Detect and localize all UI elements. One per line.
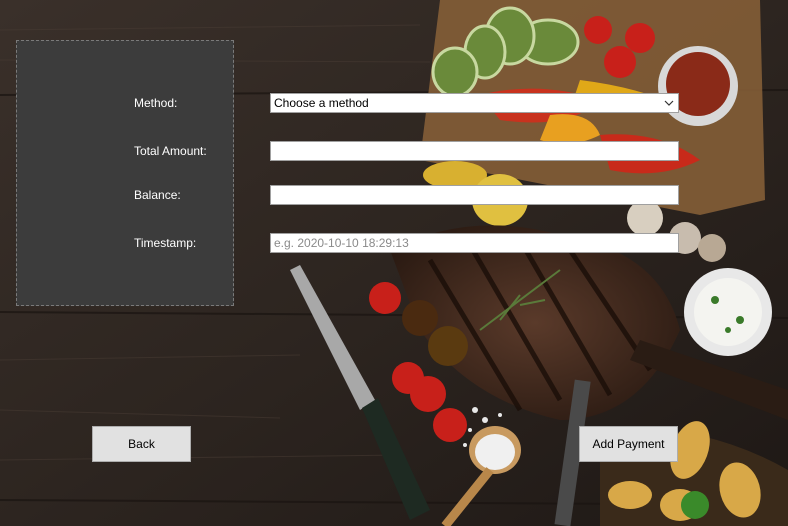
timestamp-label: Timestamp: — [134, 236, 197, 250]
chevron-down-icon — [664, 100, 674, 106]
balance-label: Balance: — [134, 188, 181, 202]
method-label: Method: — [134, 96, 178, 110]
total-amount-input[interactable] — [270, 141, 679, 161]
add-payment-button[interactable]: Add Payment — [579, 426, 678, 462]
balance-input[interactable] — [270, 185, 679, 205]
timestamp-input[interactable]: e.g. 2020-10-10 18:29:13 — [270, 233, 679, 253]
total-amount-label: Total Amount: — [134, 144, 207, 158]
back-button[interactable]: Back — [92, 426, 191, 462]
method-dropdown[interactable]: Choose a method — [270, 93, 679, 113]
method-selected-value: Choose a method — [274, 96, 369, 110]
form-panel — [16, 40, 234, 306]
